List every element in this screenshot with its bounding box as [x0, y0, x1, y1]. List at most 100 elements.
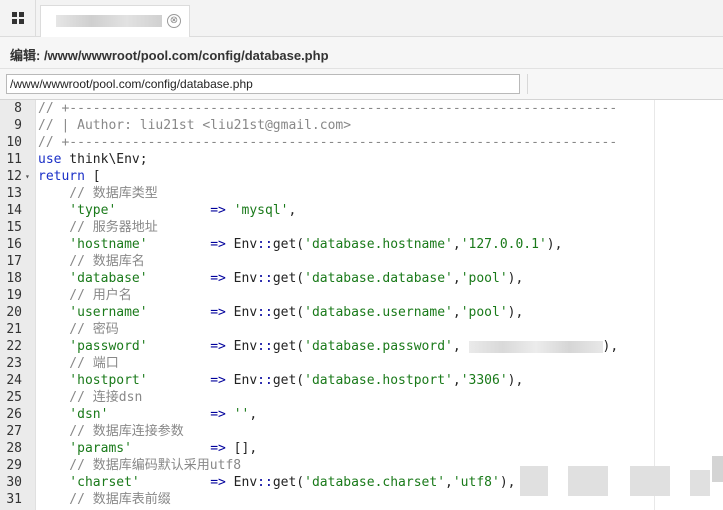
- code-line: 8 // +-----------------------------------…: [0, 100, 723, 117]
- code-token: get(: [272, 271, 305, 286]
- line-number: 8: [14, 101, 22, 116]
- code-line: 31 // 数据库表前缀: [0, 491, 723, 508]
- code-token: ::: [257, 373, 273, 388]
- line-number: 22: [6, 339, 22, 354]
- code-token: // +------------------------------------…: [38, 135, 618, 150]
- code-token: use: [38, 152, 62, 167]
- code-text: 'hostport' => Env::get('database.hostpor…: [38, 372, 523, 389]
- editor-title-bar: 编辑: /www/wwwroot/pool.com/config/databas…: [0, 37, 723, 69]
- code-token: get(: [272, 339, 305, 354]
- code-token: =>: [210, 237, 226, 252]
- code-token: ,: [288, 203, 297, 218]
- code-token: // 服务器地址: [38, 220, 158, 235]
- code-token: get(: [272, 237, 305, 252]
- close-icon[interactable]: ⊗: [167, 14, 181, 28]
- grid-icon: [11, 12, 24, 24]
- code-token: // 端口: [38, 356, 119, 371]
- watermark: [520, 466, 548, 496]
- code-token: [],: [225, 441, 258, 456]
- code-line: 29 // 数据库编码默认采用utf8: [0, 457, 723, 474]
- code-token: ::: [257, 237, 273, 252]
- code-token: ),: [507, 373, 524, 388]
- code-token: 'username': [38, 305, 148, 320]
- code-token: =>: [210, 373, 226, 388]
- code-token: 'hostport': [38, 373, 148, 388]
- code-line: 16 'hostname' => Env::get('database.host…: [0, 236, 723, 253]
- code-text: // 密码: [38, 321, 119, 338]
- code-text: // 数据库编码默认采用utf8: [38, 457, 241, 474]
- code-text: // 数据库名: [38, 253, 145, 270]
- code-token: Env: [225, 339, 258, 354]
- code-line: 24 'hostport' => Env::get('database.host…: [0, 372, 723, 389]
- line-number: 12: [6, 169, 22, 184]
- code-token: =>: [210, 271, 226, 286]
- code-line: 12 ▾ return [: [0, 168, 723, 185]
- code-token: ),: [507, 305, 524, 320]
- watermark: [568, 466, 608, 496]
- code-token: get(: [272, 373, 305, 388]
- line-number: 31: [6, 492, 22, 507]
- code-token: =>: [210, 407, 226, 422]
- code-text: 'username' => Env::get('database.usernam…: [38, 304, 523, 321]
- code-token: ,: [452, 339, 469, 354]
- code-line: 28 'params' => [],: [0, 440, 723, 457]
- code-line: 21 // 密码: [0, 321, 723, 338]
- code-text: // 端口: [38, 355, 119, 372]
- code-line: 11 use think\Env;: [0, 151, 723, 168]
- code-token: 'charset': [38, 475, 140, 490]
- line-number: 18: [6, 271, 22, 286]
- code-text: // 数据库连接参数: [38, 423, 184, 440]
- file-path-input[interactable]: [6, 74, 520, 94]
- apps-grid-button[interactable]: [0, 0, 36, 36]
- tab-bar: ⊗: [0, 0, 723, 37]
- code-text: // | Author: liu21st <liu21st@gmail.com>: [38, 117, 351, 134]
- line-number: 27: [6, 424, 22, 439]
- code-text: use think\Env;: [38, 151, 148, 168]
- code-line: 9 // | Author: liu21st <liu21st@gmail.com…: [0, 117, 723, 134]
- code-token: ::: [257, 475, 273, 490]
- code-token: Env: [225, 237, 258, 252]
- code-token: 'database.hostport': [304, 373, 453, 388]
- fold-arrow-icon[interactable]: ▾: [25, 168, 30, 185]
- code-token: 'database.password': [304, 339, 453, 354]
- code-text: // 用户名: [38, 287, 132, 304]
- line-number: 25: [6, 390, 22, 405]
- code-line: 22 'password' => Env::get('database.pass…: [0, 338, 723, 355]
- code-line: 27 // 数据库连接参数: [0, 423, 723, 440]
- code-line: 19 // 用户名: [0, 287, 723, 304]
- scrollbar-thumb[interactable]: [712, 456, 723, 482]
- code-token: Env: [225, 271, 258, 286]
- code-token: 'database.hostname': [304, 237, 453, 252]
- line-number: 20: [6, 305, 22, 320]
- code-token: 'pool': [460, 305, 508, 320]
- watermark: [690, 470, 710, 496]
- code-line: 13 // 数据库类型: [0, 185, 723, 202]
- code-token: '': [233, 407, 250, 422]
- code-text: 'charset' => Env::get('database.charset'…: [38, 474, 515, 491]
- code-token: 'database.charset': [304, 475, 446, 490]
- watermark: [630, 466, 670, 496]
- code-token: ),: [507, 271, 524, 286]
- code-token: Env: [225, 305, 258, 320]
- code-text: // 数据库类型: [38, 185, 158, 202]
- code-token: ),: [546, 237, 563, 252]
- code-token: ,: [452, 237, 461, 252]
- code-text: 'type' => 'mysql',: [38, 202, 296, 219]
- redacted-value: [468, 340, 603, 353]
- code-editor[interactable]: 8 // +-----------------------------------…: [0, 100, 723, 510]
- code-text: 'database' => Env::get('database.databas…: [38, 270, 523, 287]
- code-token: =>: [210, 305, 226, 320]
- code-token: ,: [249, 407, 258, 422]
- code-token: 'params': [38, 441, 132, 456]
- tab-title-redacted: [56, 15, 162, 27]
- line-number: 24: [6, 373, 22, 388]
- line-number: 21: [6, 322, 22, 337]
- code-line: 10 // +----------------------------------…: [0, 134, 723, 151]
- code-token: 'pool': [460, 271, 508, 286]
- editor-tab[interactable]: ⊗: [40, 5, 190, 37]
